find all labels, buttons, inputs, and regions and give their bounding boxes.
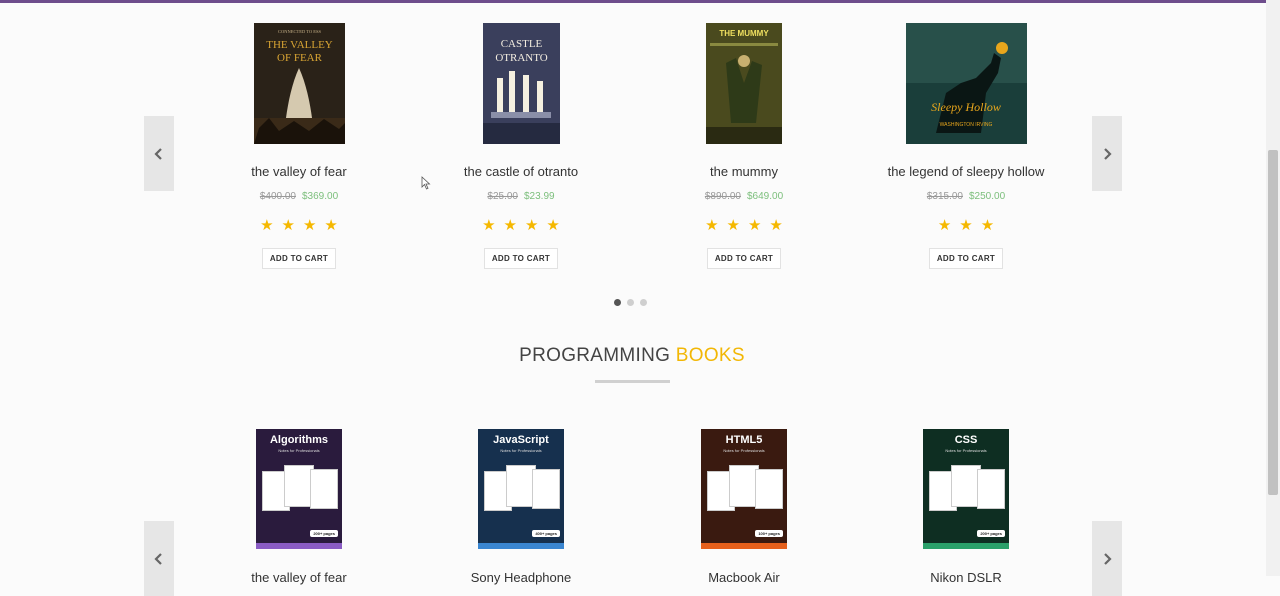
price-group: $315.00 $250.00 xyxy=(866,191,1066,202)
page-count-badge: 400+ pages xyxy=(532,530,560,537)
book-cover[interactable]: Algorithms Notes for Professionals 200+ … xyxy=(256,429,342,549)
star-rating: ★★★★ xyxy=(705,217,791,234)
book-cover[interactable]: HTML5 Notes for Professionals 100+ pages xyxy=(701,429,787,549)
cover-title: Algorithms xyxy=(269,434,329,446)
svg-text:CONNECTED TO ESS: CONNECTED TO ESS xyxy=(277,29,321,34)
section-heading-accent: BOOKS xyxy=(675,345,745,366)
section-underline xyxy=(595,380,670,383)
page-thumbnail xyxy=(310,469,338,509)
old-price: $890.00 xyxy=(704,191,741,202)
carousel-dot-1[interactable] xyxy=(614,299,621,306)
sale-price: $649.00 xyxy=(747,191,784,202)
add-to-cart-button[interactable]: ADD TO CART xyxy=(706,248,782,269)
product-title[interactable]: the valley of fear xyxy=(199,164,399,179)
carousel-prev-button[interactable] xyxy=(144,521,174,596)
product-card: CONNECTED TO ESS THE VALLEY OF FEAR the … xyxy=(199,23,399,269)
cover-subtitle: Notes for Professionals xyxy=(500,448,542,453)
carousel-prev-button[interactable] xyxy=(144,116,174,191)
svg-text:WASHINGTON IRVING: WASHINGTON IRVING xyxy=(939,122,992,128)
add-to-cart-button[interactable]: ADD TO CART xyxy=(261,248,337,269)
chevron-left-icon xyxy=(154,552,162,565)
cover-strip xyxy=(701,543,787,549)
old-price: $315.00 xyxy=(926,191,963,202)
page-count-badge: 200+ pages xyxy=(310,530,338,537)
page-count-badge: 200+ pages xyxy=(977,530,1005,537)
product-title[interactable]: the legend of sleepy hollow xyxy=(866,164,1066,179)
book-cover[interactable]: Sleepy Hollow WASHINGTON IRVING xyxy=(905,23,1027,144)
book-cover[interactable]: CASTLE OTRANTO xyxy=(482,23,560,144)
carousel-dot-2[interactable] xyxy=(627,299,634,306)
book-cover[interactable]: JavaScript Notes for Professionals 400+ … xyxy=(478,429,564,549)
top-accent-bar xyxy=(0,0,1280,3)
book-cover[interactable]: CONNECTED TO ESS THE VALLEY OF FEAR xyxy=(253,23,345,144)
book-cover[interactable]: CSS Notes for Professionals 200+ pages xyxy=(923,429,1009,549)
old-price: $25.00 xyxy=(487,191,518,202)
page-count-badge: 100+ pages xyxy=(755,530,783,537)
page-thumbnail xyxy=(977,469,1005,509)
cover-subtitle: Notes for Professionals xyxy=(723,448,765,453)
svg-text:THE MUMMY: THE MUMMY xyxy=(719,29,769,38)
product-title[interactable]: the mummy xyxy=(644,164,844,179)
star-rating: ★★★★ xyxy=(482,217,568,234)
sale-price: $250.00 xyxy=(969,191,1006,202)
scrollbar-thumb[interactable] xyxy=(1268,150,1278,495)
add-to-cart-button[interactable]: ADD TO CART xyxy=(928,248,1004,269)
product-title[interactable]: the castle of otranto xyxy=(421,164,621,179)
page-thumbnail xyxy=(532,469,560,509)
cover-strip xyxy=(256,543,342,549)
star-rating: ★★★★ xyxy=(260,217,346,234)
svg-text:OTRANTO: OTRANTO xyxy=(495,52,547,64)
product-title[interactable]: Nikon DSLR xyxy=(866,570,1066,585)
carousel-pagination xyxy=(614,299,647,306)
cover-title: JavaScript xyxy=(493,434,549,446)
price-group: $25.00 $23.99 xyxy=(421,191,621,202)
book-cover[interactable]: THE MUMMY xyxy=(706,23,782,144)
cover-subtitle: Notes for Professionals xyxy=(278,448,320,453)
mouse-cursor-icon xyxy=(421,176,431,190)
price-group: $890.00 $649.00 xyxy=(644,191,844,202)
section-heading: PROGRAMMING BOOKS xyxy=(0,345,1264,367)
price-group: $400.00 $369.00 xyxy=(199,191,399,202)
cover-title: HTML5 xyxy=(725,434,763,446)
cover-strip xyxy=(478,543,564,549)
carousel-next-button[interactable] xyxy=(1092,116,1122,191)
carousel-next-button[interactable] xyxy=(1092,521,1122,596)
svg-text:Sleepy Hollow: Sleepy Hollow xyxy=(931,100,1001,114)
product-title[interactable]: Sony Headphone xyxy=(421,570,621,585)
product-card: Sleepy Hollow WASHINGTON IRVING the lege… xyxy=(866,23,1066,269)
product-card: THE MUMMY the mummy $890.00 $649.00 ★★★★ … xyxy=(644,23,844,269)
sale-price: $369.00 xyxy=(302,191,339,202)
scrollbar-track[interactable] xyxy=(1266,0,1280,576)
cover-subtitle: Notes for Professionals xyxy=(945,448,987,453)
product-card: CASTLE OTRANTO the castle of otranto $25… xyxy=(421,23,621,269)
svg-text:THE VALLEY: THE VALLEY xyxy=(266,39,333,51)
svg-text:OF FEAR: OF FEAR xyxy=(277,52,323,64)
chevron-right-icon xyxy=(1104,552,1112,565)
carousel-dot-3[interactable] xyxy=(640,299,647,306)
section-heading-main: PROGRAMMING xyxy=(519,345,676,366)
chevron-left-icon xyxy=(154,147,162,160)
page-thumbnail xyxy=(755,469,783,509)
cover-title: CSS xyxy=(954,434,978,446)
product-title[interactable]: Macbook Air xyxy=(644,570,844,585)
chevron-right-icon xyxy=(1104,147,1112,160)
star-rating: ★★★ xyxy=(937,217,1003,234)
svg-text:CASTLE: CASTLE xyxy=(500,38,542,50)
add-to-cart-button[interactable]: ADD TO CART xyxy=(483,248,559,269)
old-price: $400.00 xyxy=(259,191,296,202)
product-title[interactable]: the valley of fear xyxy=(199,570,399,585)
cover-strip xyxy=(923,543,1009,549)
sale-price: $23.99 xyxy=(524,191,555,202)
